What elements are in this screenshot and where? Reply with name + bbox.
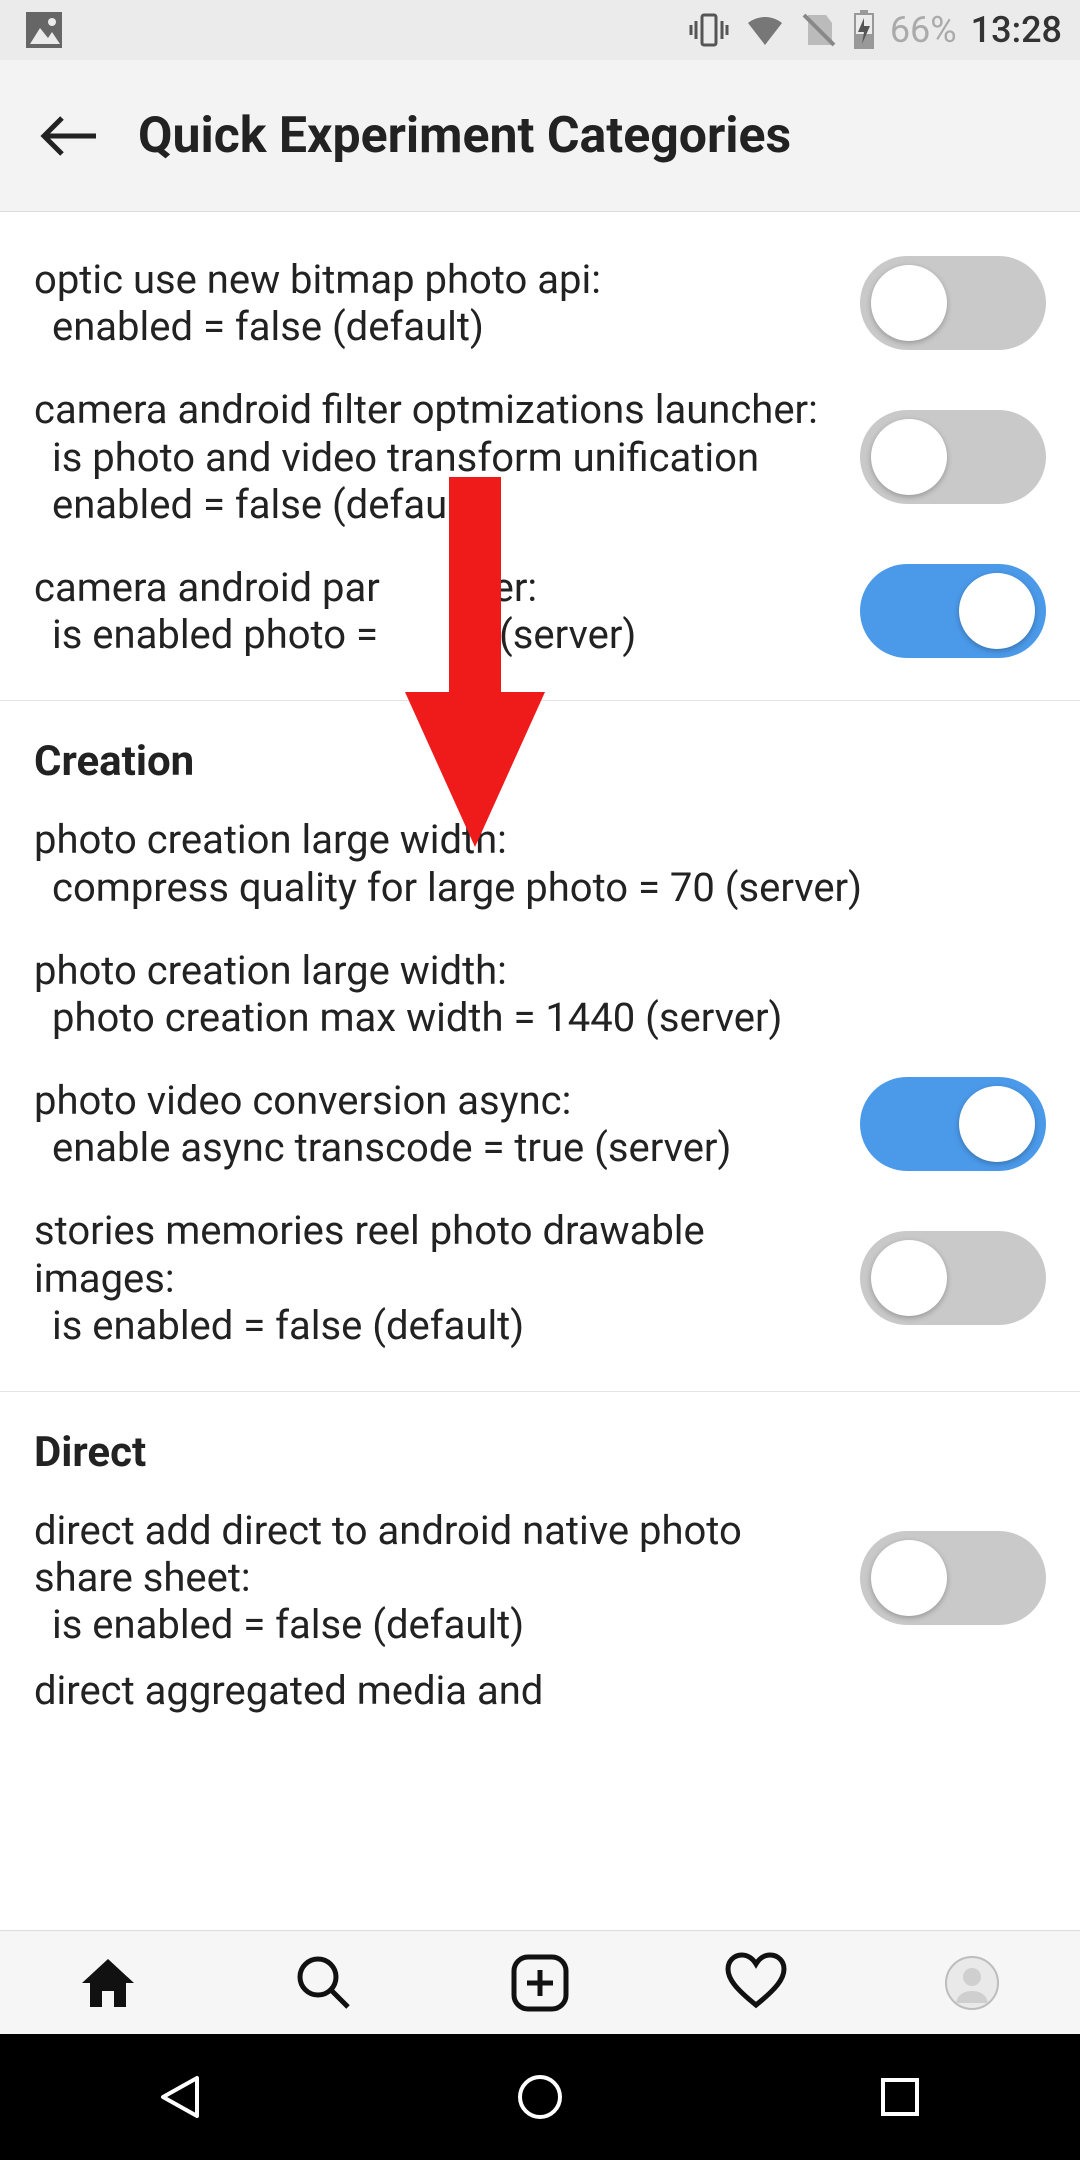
tab-create[interactable] — [505, 1948, 575, 2018]
battery-percent: 66% — [890, 9, 957, 51]
setting-row[interactable]: stories memories reel photo drawable ima… — [0, 1189, 1080, 1367]
tab-home[interactable] — [73, 1948, 143, 2018]
section-title-creation: Creation — [0, 701, 1080, 798]
setting-row[interactable]: photo video conversion async: enable asy… — [0, 1059, 1080, 1189]
setting-label: optic use new bitmap photo api: enabled … — [34, 256, 840, 350]
setting-label: photo creation large width: compress qua… — [34, 816, 1046, 910]
setting-row[interactable]: camera android filter optmizations launc… — [0, 368, 1080, 546]
toggle-filter-optimizations[interactable] — [860, 410, 1046, 504]
android-navbar — [0, 2034, 1080, 2160]
setting-row-partial[interactable]: direct aggregated media and — [0, 1667, 1080, 1714]
android-statusbar: 66% 13:28 — [0, 0, 1080, 60]
setting-label: camera android filter optmizations launc… — [34, 386, 840, 528]
vibrate-icon — [688, 9, 730, 51]
setting-row[interactable]: direct add direct to android native phot… — [0, 1489, 1080, 1667]
battery-charging-icon — [852, 10, 876, 50]
clock: 13:28 — [971, 9, 1062, 51]
toggle-camera-par-filter[interactable] — [860, 564, 1046, 658]
setting-label: stories memories reel photo drawable ima… — [34, 1207, 840, 1349]
nav-back[interactable] — [145, 2062, 215, 2132]
setting-label: photo creation large width: photo creati… — [34, 947, 1046, 1041]
nav-home[interactable] — [505, 2062, 575, 2132]
toggle-optic-bitmap-api[interactable] — [860, 256, 1046, 350]
setting-label: direct add direct to android native phot… — [34, 1507, 840, 1649]
toggle-async-transcode[interactable] — [860, 1077, 1046, 1171]
toggle-stories-memories[interactable] — [860, 1231, 1046, 1325]
no-sim-icon — [800, 11, 838, 49]
setting-row[interactable]: optic use new bitmap photo api: enabled … — [0, 238, 1080, 368]
settings-list[interactable]: optic use new bitmap photo api: enabled … — [0, 212, 1080, 1930]
bottom-tabbar — [0, 1930, 1080, 2034]
tab-activity[interactable] — [721, 1948, 791, 2018]
wifi-icon — [744, 9, 786, 51]
setting-label: direct aggregated media and — [34, 1667, 1046, 1714]
setting-row[interactable]: photo creation large width: compress qua… — [0, 798, 1080, 928]
toggle-direct-share-sheet[interactable] — [860, 1531, 1046, 1625]
setting-label: photo video conversion async: enable asy… — [34, 1077, 840, 1171]
tab-search[interactable] — [289, 1948, 359, 2018]
setting-row[interactable]: photo creation large width: photo creati… — [0, 929, 1080, 1059]
appbar: Quick Experiment Categories — [0, 60, 1080, 212]
picture-icon — [24, 10, 64, 50]
tab-profile[interactable] — [937, 1948, 1007, 2018]
setting-row[interactable]: camera android parlter: is enabled photo… — [0, 546, 1080, 676]
nav-recent[interactable] — [865, 2062, 935, 2132]
section-title-direct: Direct — [0, 1392, 1080, 1489]
setting-label: camera android parlter: is enabled photo… — [34, 564, 840, 658]
back-button[interactable] — [30, 96, 110, 176]
page-title: Quick Experiment Categories — [138, 107, 791, 165]
